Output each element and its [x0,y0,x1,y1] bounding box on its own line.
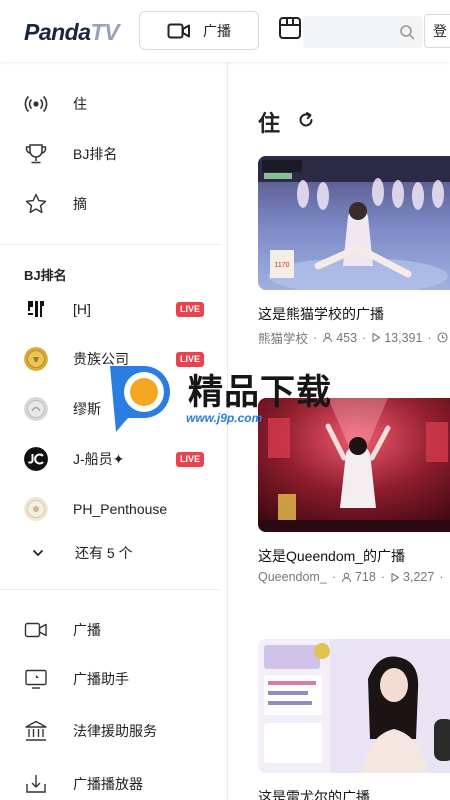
sidebar-divider [0,244,220,245]
meta-separator: · [331,570,336,584]
chevron-down-icon [33,550,43,556]
meta-separator: · [427,330,432,345]
meta-separator: · [380,570,386,584]
bj-list-item[interactable]: J-船员✦ LIVE [0,437,220,481]
thumbnail-sign-text: 1170 [274,262,289,269]
bj-avatar [24,347,48,371]
login-button[interactable]: 登 [424,14,450,48]
clock-icon [437,332,448,343]
stream-title[interactable]: 这是Queendom_的广播 [258,546,450,566]
sidebar-divider [0,589,220,590]
broadcast-button[interactable]: 广播 [139,11,259,50]
meta-separator: · [313,330,318,345]
video-camera-icon [24,618,48,642]
sidebar-item-broadcast-assistant[interactable]: 广播助手 [0,655,220,703]
search-input[interactable] [303,16,393,48]
play-count: 3,227 [403,570,435,584]
bj-name: 缪斯 [73,401,101,417]
meta-separator: · [439,570,444,584]
channel-name[interactable]: Queendom_ [258,570,327,584]
channel-name[interactable]: 熊猫学校 [258,328,308,347]
sidebar-item-bj-ranking[interactable]: BJ排名 [0,130,220,178]
page-title: 住 [258,111,281,136]
page: PandaTV 广播 登 住 BJ排名 摘 BJ排名 [H] LIVE 贵族公司… [0,0,450,800]
sidebar-item-label: BJ排名 [73,146,118,162]
bj-list-item[interactable]: PH_Penthouse [0,487,220,531]
bj-name: J-船员✦ [73,451,125,467]
viewer-count: 453 [336,330,358,345]
sidebar-item-label: 摘 [73,196,87,212]
show-more-button[interactable]: 还有 5 个 [0,540,220,566]
stream-card[interactable]: 这是雷尤尔的广播 [258,639,450,800]
live-badge: LIVE [176,451,204,467]
watermark-logo: 精品下载 www.j9p.com [98,358,358,438]
bj-ranking-section-title: BJ排名 [24,268,67,283]
play-icon [391,572,400,582]
bj-avatar [24,447,48,471]
refresh-icon[interactable] [297,111,315,129]
stream-meta: 熊猫学校 · 453 · 13,391 · [258,328,450,347]
watermark-url: www.j9p.com [186,411,263,425]
store-icon[interactable] [277,15,303,41]
sidebar-item-label: 法律援助服务 [73,723,157,739]
play-count: 13,391 [384,330,423,345]
bj-avatar [24,297,48,321]
court-building-icon [24,719,48,743]
viewer-icon [323,332,333,343]
meta-separator: · [362,330,367,345]
bj-list-item[interactable]: [H] LIVE [0,287,220,331]
download-icon [24,772,48,796]
sidebar-item-broadcast-player[interactable]: 广播播放器 [0,760,220,800]
sidebar-item-label: 广播 [73,622,101,638]
watermark-text: 精品下载 [188,373,333,413]
sidebar-item-broadcast[interactable]: 广播 [0,606,220,654]
sidebar-item-live[interactable]: 住 [0,80,220,128]
watermark-p-icon [110,366,170,432]
viewer-count: 718 [354,570,376,584]
stream-title[interactable]: 这是雷尤尔的广播 [258,787,450,800]
logo-text-panda: Panda [24,18,91,45]
bj-name: PH_Penthouse [73,501,168,517]
show-more-label: 还有 5 个 [75,545,133,561]
stream-card[interactable]: 1170 这是熊猫学校的广播 熊猫学校 · 453 · 13,391 · [258,156,450,347]
star-icon [24,192,48,216]
trophy-icon [24,142,48,166]
stream-thumbnail[interactable] [258,639,450,773]
sidebar-item-legal-aid[interactable]: 法律援助服务 [0,707,220,755]
play-icon [372,332,381,343]
panda-tv-logo[interactable]: PandaTV [24,17,119,47]
search-box [303,16,423,48]
sidebar-item-label: 广播播放器 [73,776,143,792]
bj-avatar [24,397,48,421]
sidebar-item-label: 广播助手 [73,671,129,687]
live-badge: LIVE [176,301,204,317]
live-broadcast-icon [24,92,48,116]
bj-avatar [24,497,48,521]
monitor-icon [24,667,48,691]
top-header: PandaTV 广播 登 [0,0,450,62]
video-camera-icon [167,23,190,38]
bj-name: [H] [73,301,91,317]
search-icon[interactable] [399,24,415,40]
stream-title[interactable]: 这是熊猫学校的广播 [258,304,450,324]
stream-meta: Queendom_ · 718 · 3,227 · [258,570,450,584]
broadcast-button-label: 广播 [203,22,231,39]
sidebar-item-favorites[interactable]: 摘 [0,180,220,228]
sidebar-item-label: 住 [73,96,87,112]
viewer-icon [341,572,352,582]
stream-thumbnail[interactable]: 1170 [258,156,450,290]
logo-text-tv: TV [90,18,120,45]
